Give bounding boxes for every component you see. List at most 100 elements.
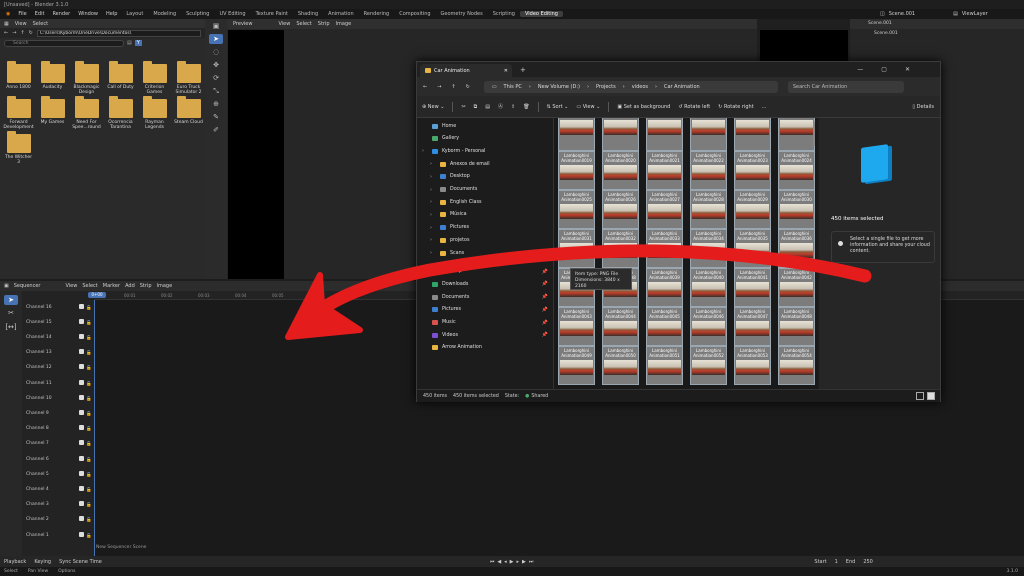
channel-row[interactable]: Channel 10 🔓 [26,394,92,402]
channel-toggles[interactable]: 🔓 [77,470,92,478]
workspace-tab-texture-paint[interactable]: Texture Paint [251,11,293,17]
thumbnail-view-icon[interactable]: ▤ [127,40,132,46]
nav-item[interactable]: › Desktop [418,171,548,183]
back-arrow-icon[interactable]: ← [4,30,8,36]
nav-item[interactable]: › English Class [418,196,548,208]
image-file-tile[interactable]: Lamborghini Animation0023 [734,151,771,190]
lock-icon[interactable]: 🔓 [86,503,92,508]
nav-item[interactable]: › Música [418,209,548,221]
workspace-tab-uv-editing[interactable]: UV Editing [214,11,250,17]
image-file-tile[interactable]: Animation0017 [734,118,771,151]
channel-row[interactable]: Channel 16 🔓 [26,303,92,311]
channel-toggles[interactable]: 🔓 [77,349,92,356]
image-file-tile[interactable]: Animation0018 [778,118,815,151]
scene-name[interactable]: Scene.001 [889,11,915,17]
sort-button[interactable]: ⇅ Sort ⌄ [547,104,569,110]
channel-toggles[interactable]: 🔓 [77,531,92,539]
editor-type-icon[interactable]: ▣ [4,283,9,289]
image-file-tile[interactable]: Lamborghini Animation0025 [558,190,595,229]
lock-icon[interactable]: 🔓 [86,336,92,341]
lock-icon[interactable]: 🔓 [86,458,92,463]
mute-checkbox[interactable] [79,409,85,415]
image-file-tile[interactable]: Lamborghini Animation0024 [778,151,815,190]
channel-row[interactable]: Channel 6 🔓 [26,455,92,463]
folder-item[interactable]: Steam Cloud [174,96,203,130]
channel-toggles[interactable]: 🔓 [77,333,92,341]
channel-row[interactable]: Channel 8 🔓 [26,425,92,433]
chevron-right-icon[interactable]: › [430,212,436,218]
channel-toggles[interactable]: 🔓 [77,379,92,387]
image-file-tile[interactable]: Lamborghini Animation0030 [778,190,815,229]
sequencer-mode-dropdown[interactable]: Sequencer [14,283,41,289]
mute-checkbox[interactable] [79,501,85,507]
rotate-tool-icon[interactable]: ⟳ [209,73,223,83]
channel-row[interactable]: Channel 13 🔓 [26,349,92,357]
channel-row[interactable]: Channel 12 🔓 [26,364,92,372]
chevron-right-icon[interactable]: › [430,199,436,205]
current-frame-indicator[interactable]: 0+00 [88,292,106,298]
lock-icon[interactable]: 🔓 [86,397,92,402]
channel-row[interactable]: Channel 1 🔓 [26,531,92,539]
breadcrumb-item[interactable]: Projects [596,84,616,90]
share-icon[interactable]: ⇪ [511,104,515,110]
channel-row[interactable]: Channel 7 🔓 [26,440,92,448]
workspace-tab-scripting[interactable]: Scripting [488,11,520,17]
lock-icon[interactable]: 🔓 [86,382,92,387]
nav-item[interactable]: › Kyborm - Personal [418,145,548,157]
menu-render[interactable]: Render [48,11,74,17]
preview-mode-dropdown[interactable]: Preview [233,21,252,27]
folder-item[interactable]: Forward Development [3,96,34,130]
folder-item[interactable]: Blackmagic Design [72,61,101,95]
playback-menu[interactable]: Playback [4,559,26,565]
scene-selector-2[interactable]: Scene.001 [850,29,1024,39]
directory-path-field[interactable]: C:\Users\Kyborm\OneDrive\Documentos\ [36,29,201,37]
chevron-right-icon[interactable]: › [430,174,436,180]
close-tab-icon[interactable]: ✕ [504,68,508,74]
lock-icon[interactable]: 🔓 [86,412,92,417]
view-menu[interactable]: View [15,21,27,27]
breadcrumb[interactable]: ▭ This PC › New Volume (D:) › Projects › video… [483,80,778,93]
rotate-left-button[interactable]: ↺ Rotate left [678,104,710,110]
more-button[interactable]: ... [762,104,767,110]
image-file-tile[interactable]: Lamborghini Animation0026 [602,190,639,229]
folder-item[interactable]: The Witcher 3 [4,131,33,165]
new-tab-icon[interactable]: + [520,66,526,74]
folder-item[interactable]: Need For Spee...round [72,96,101,130]
folder-item[interactable]: Rayman Legends [140,96,169,130]
image-file-tile[interactable]: Lamborghini Animation0020 [602,151,639,190]
image-file-tile[interactable]: Animation0016 [690,118,727,151]
chevron-right-icon[interactable]: › [430,187,436,193]
image-file-tile[interactable]: Animation0014 [602,118,639,151]
nav-item[interactable]: › Anexos de email [418,158,548,170]
lock-icon[interactable]: 🔓 [86,442,92,447]
mute-checkbox[interactable] [79,394,85,400]
chevron-right-icon[interactable]: › [422,148,428,154]
lock-icon[interactable]: 🔓 [86,488,92,493]
mute-checkbox[interactable] [79,440,85,446]
back-icon[interactable]: ← [423,84,427,90]
folder-item[interactable]: Ocorrencia Tarantina [106,96,135,130]
cut-icon[interactable]: ✂ [461,104,465,110]
folder-item[interactable]: Audacity [38,61,67,95]
menu-window[interactable]: Window [74,11,102,17]
annotate-tool-icon[interactable]: ✐ [209,125,223,135]
details-button[interactable]: ▯ Details [912,104,934,110]
refresh-icon[interactable]: ↻ [466,84,470,90]
sample-tool-icon[interactable]: ✎ [209,112,223,122]
mute-checkbox[interactable] [79,349,85,355]
menu-help[interactable]: Help [102,11,121,17]
new-button[interactable]: ⊕ New ⌄ [422,104,444,110]
mute-checkbox[interactable] [79,516,85,522]
preview-select-menu[interactable]: Select [296,21,311,27]
folder-item[interactable]: Criterion Games [140,61,169,95]
blade-tool-icon[interactable]: ✂ [4,309,18,319]
tiles-view-icon[interactable] [927,392,935,400]
start-frame-field[interactable]: 1 [835,559,838,565]
channel-toggles[interactable]: 🔓 [77,318,92,326]
sequencer-menu-view[interactable]: View [65,283,77,289]
mute-checkbox[interactable] [79,425,85,431]
workspace-tab-rendering[interactable]: Rendering [359,11,395,17]
channel-toggles[interactable]: 🔓 [77,425,92,432]
lock-icon[interactable]: 🔓 [86,351,92,356]
channel-row[interactable]: Channel 14 🔓 [26,333,92,341]
